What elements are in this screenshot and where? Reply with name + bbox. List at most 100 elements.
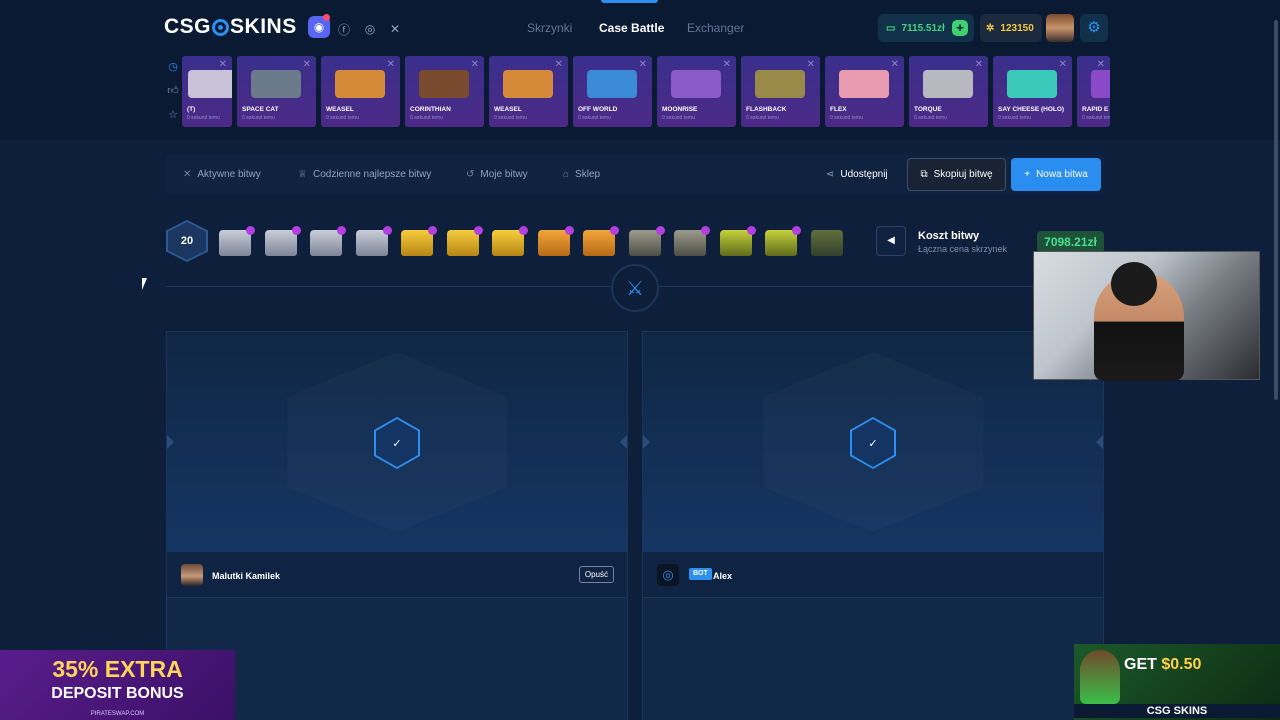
battle-case-icon[interactable] <box>355 226 392 256</box>
live-drop-card[interactable]: ✕ RAPID E MOVEMI 0 sekund temu <box>1077 56 1110 127</box>
live-drop-card[interactable]: ✕ WEASEL 0 sekund temu <box>321 56 400 127</box>
case-badge-icon <box>746 226 756 235</box>
skin-image <box>839 70 889 98</box>
tab-shop[interactable]: ⌂ Sklep <box>563 169 600 180</box>
battle-case-icon[interactable] <box>264 226 301 256</box>
live-drop-card[interactable]: ✕ TORQUE 0 sekund temu <box>909 56 988 127</box>
battle-case-icon[interactable] <box>583 226 619 256</box>
crossed-swords-icon: ✕ <box>470 59 479 70</box>
deposit-plus-button[interactable]: + <box>952 20 968 36</box>
x-twitter-icon[interactable]: ✕ <box>383 17 407 41</box>
ad-get: GET <box>1124 656 1157 673</box>
battle-cost-title: Koszt bitwy <box>918 230 980 242</box>
nav-case-battle[interactable]: Case Battle <box>599 21 664 35</box>
thumbs-up-icon[interactable]: 👍︎ <box>165 84 181 108</box>
right-pointer-icon <box>620 435 627 449</box>
instagram-icon[interactable]: ◎ <box>358 17 382 41</box>
clock-icon[interactable]: ◷ <box>165 60 181 84</box>
tab-label: Aktywne bitwy <box>197 169 261 180</box>
live-drop-card[interactable]: ✕ FLEX 0 sekund temu <box>825 56 904 127</box>
crossed-swords-icon: ✕ <box>974 59 983 70</box>
skin-image <box>923 70 973 98</box>
crossed-swords-icon: ✕ <box>218 59 227 70</box>
tab-active-battles[interactable]: ✕ Aktywne bitwy <box>183 169 261 180</box>
battle-case-icon[interactable] <box>537 226 574 256</box>
player-info-row: Malutki Kamilek Opuść <box>167 552 627 598</box>
skin-name: FLASHBACK <box>746 106 787 113</box>
coins-balance[interactable]: ✲ 123150 <box>980 14 1042 42</box>
top-bar: CSG SKINS ◉ ⓕ ◎ ✕ Skrzynki Case Battle E… <box>0 0 1280 56</box>
battle-case-icon[interactable] <box>446 226 483 256</box>
drop-time: 0 sekund temu <box>1082 115 1110 121</box>
user-avatar[interactable] <box>1046 14 1074 42</box>
case-badge-icon <box>701 226 710 235</box>
skin-name: SPACE CAT <box>242 106 279 113</box>
live-drop-card[interactable]: ✕ CORINTHIAN 0 sekund temu <box>405 56 484 127</box>
wallet-icon: ▭ <box>886 22 896 34</box>
right-pointer-icon <box>1096 435 1103 449</box>
tab-label: Moje bitwy <box>480 169 528 180</box>
tab-my-battles[interactable]: ↺ Moje bitwy <box>466 169 528 180</box>
site-header: CSG SKINS ◉ ⓕ ◎ ✕ Skrzynki Case Battle E… <box>0 0 1280 140</box>
battle-case-icon[interactable] <box>310 226 346 256</box>
nav-exchanger[interactable]: Exchanger <box>687 21 744 35</box>
crossed-swords-icon: ✕ <box>806 59 815 70</box>
skin-name: SAY CHEESE (HOLO) <box>998 106 1065 113</box>
tab-daily-best[interactable]: ♕ Codzienne najlepsze bitwy <box>298 169 431 180</box>
live-drop-card[interactable]: ✕ OFF WORLD 0 sekund temu <box>573 56 652 127</box>
crossed-swords-icon: ✕ <box>722 59 731 70</box>
coin-star-icon: ✲ <box>986 22 995 34</box>
ad-character <box>1080 650 1120 704</box>
battle-case-icon[interactable] <box>719 226 756 256</box>
battle-case-icon[interactable] <box>674 226 710 256</box>
spin-area: ✓ <box>167 332 627 552</box>
streamer-headphones <box>1111 262 1157 306</box>
case-badge-icon <box>428 226 437 235</box>
skin-name: FLEX <box>830 106 847 113</box>
live-drop-card[interactable]: ✕ SPACE CAT 0 sekund temu <box>237 56 316 127</box>
skin-image <box>1091 70 1110 98</box>
facebook-icon[interactable]: ⓕ <box>332 17 356 41</box>
bot-badge: BOT <box>689 568 712 580</box>
crossed-swords-icon: ✕ <box>302 59 311 70</box>
page-scrollbar[interactable] <box>1272 0 1280 400</box>
case-badge-icon <box>655 226 665 235</box>
player-items-area <box>643 599 1103 720</box>
leave-battle-button[interactable]: Opuść <box>578 566 614 583</box>
live-drop-card[interactable]: ✕ WEASEL 0 sekund temu <box>489 56 568 127</box>
pirateswap-ad-banner[interactable]: 35% EXTRA DEPOSIT BONUS PIRATESWAP.COM <box>0 650 235 720</box>
share-button[interactable]: ⋖ Udostępnij <box>826 169 888 180</box>
skin-image <box>671 70 721 98</box>
live-drop-card[interactable]: ✕ MOONRISE 0 sekund temu <box>657 56 736 127</box>
wallet-balance[interactable]: ▭ 7115.51zł + <box>878 14 974 42</box>
live-drop-card[interactable]: ✕ FLASHBACK 0 sekund temu <box>741 56 820 127</box>
site-logo[interactable]: CSG SKINS <box>164 15 297 39</box>
skin-image <box>419 70 469 98</box>
battle-case-icon[interactable] <box>628 226 665 256</box>
collapse-arrow-button[interactable]: ◀ <box>876 226 906 256</box>
share-label: Udostępnij <box>840 169 888 180</box>
settings-gear-icon[interactable]: ⚙ <box>1080 14 1108 42</box>
battle-case-icon[interactable] <box>492 226 528 256</box>
battle-case-icon[interactable] <box>765 226 801 256</box>
skin-image <box>755 70 805 98</box>
drop-time: 0 sekund temu <box>830 115 863 121</box>
csgoskins-ad-banner[interactable]: GET $0.50 CSG SKINS <box>1074 644 1280 720</box>
copy-label: Skopiuj bitwę <box>933 169 993 180</box>
copy-battle-button[interactable]: ⧉ Skopiuj bitwę <box>907 158 1006 191</box>
logo-text-right: SKINS <box>230 15 297 38</box>
scrollbar-thumb[interactable] <box>1274 20 1278 400</box>
drop-time: 0 sekund temu <box>578 115 611 121</box>
battle-case-icon[interactable] <box>810 230 843 256</box>
live-drop-card[interactable]: ✕ (T) 0 sekund temu <box>182 56 232 127</box>
battle-case-icon[interactable] <box>401 226 437 256</box>
battle-case-icon[interactable] <box>219 226 255 256</box>
star-icon[interactable]: ☆ <box>165 108 181 132</box>
streamer-webcam <box>1033 251 1260 381</box>
nav-cases[interactable]: Skrzynki <box>527 21 572 35</box>
tab-label: Codzienne najlepsze bitwy <box>312 169 432 180</box>
new-battle-button[interactable]: + Nowa bitwa <box>1011 158 1101 191</box>
notification-dot <box>323 14 330 21</box>
skin-image <box>587 70 637 98</box>
live-drop-card[interactable]: ✕ SAY CHEESE (HOLO) 0 sekund temu <box>993 56 1072 127</box>
